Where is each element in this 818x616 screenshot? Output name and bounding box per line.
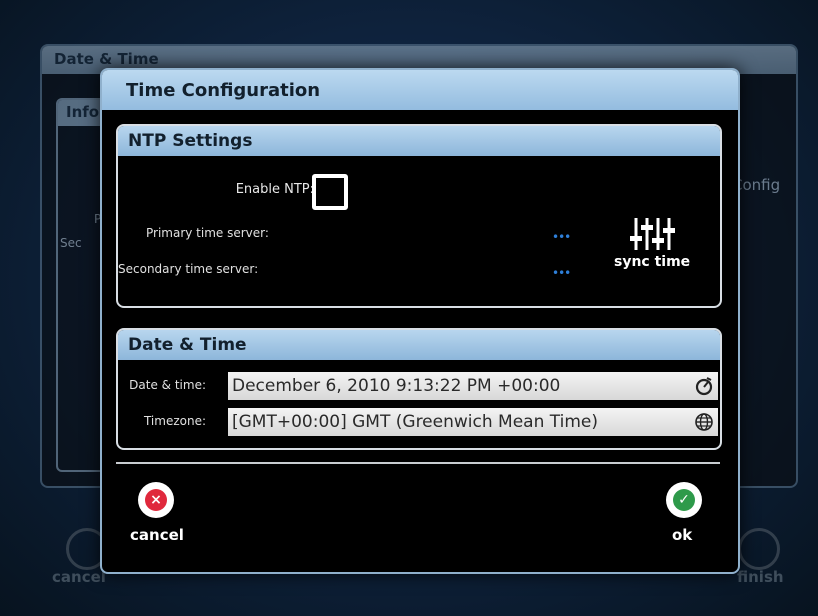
ok-label: ok (672, 526, 693, 544)
background-panel-title: Info (66, 103, 100, 121)
background-finish-label: finish (737, 568, 784, 586)
stopwatch-icon[interactable] (694, 376, 714, 396)
secondary-time-server-label: Secondary time server: (118, 262, 259, 276)
date-time-section-header: Date & Time (118, 330, 720, 360)
date-time-section: Date & Time Date & time: December 6, 201… (116, 328, 722, 450)
background-finish-icon (738, 528, 780, 570)
enable-ntp-checkbox[interactable] (312, 174, 348, 210)
dialog-title: Time Configuration (126, 80, 321, 101)
timezone-field[interactable]: [GMT+00:00] GMT (Greenwich Mean Time) (228, 408, 718, 436)
cancel-label: cancel (130, 526, 184, 544)
date-time-section-title: Date & Time (128, 335, 247, 355)
date-time-value: December 6, 2010 9:13:22 PM +00:00 (232, 376, 561, 396)
check-icon: ✓ (666, 482, 702, 518)
sync-time-button[interactable]: sync time (608, 216, 708, 276)
primary-time-server-label: Primary time server: (146, 226, 269, 240)
ok-button[interactable]: ✓ ok (654, 482, 714, 552)
dialog-titlebar: Time Configuration (102, 70, 738, 110)
time-configuration-dialog: Time Configuration NTP Settings Enable N… (100, 68, 740, 574)
background-cancel-label: cancel (52, 568, 106, 586)
cancel-button[interactable]: × cancel (126, 482, 186, 552)
secondary-server-more-button[interactable]: ••• (552, 266, 571, 280)
sliders-icon (630, 218, 675, 250)
sync-time-label: sync time (614, 254, 691, 270)
timezone-value: [GMT+00:00] GMT (Greenwich Mean Time) (232, 412, 598, 432)
ntp-section-header: NTP Settings (118, 126, 720, 156)
globe-icon[interactable] (694, 412, 714, 432)
ntp-settings-section: NTP Settings Enable NTP: Primary time se… (116, 124, 722, 308)
timezone-label: Timezone: (143, 414, 206, 428)
dialog-divider (116, 462, 720, 464)
background-window-title: Date & Time (54, 50, 159, 68)
date-time-field[interactable]: December 6, 2010 9:13:22 PM +00:00 (228, 372, 718, 400)
ntp-section-title: NTP Settings (128, 131, 253, 151)
primary-server-more-button[interactable]: ••• (552, 230, 571, 244)
date-time-label: Date & time: (129, 378, 206, 392)
cancel-icon: × (138, 482, 174, 518)
background-label-secondary: Sec (60, 236, 82, 250)
enable-ntp-label: Enable NTP: (235, 182, 314, 197)
